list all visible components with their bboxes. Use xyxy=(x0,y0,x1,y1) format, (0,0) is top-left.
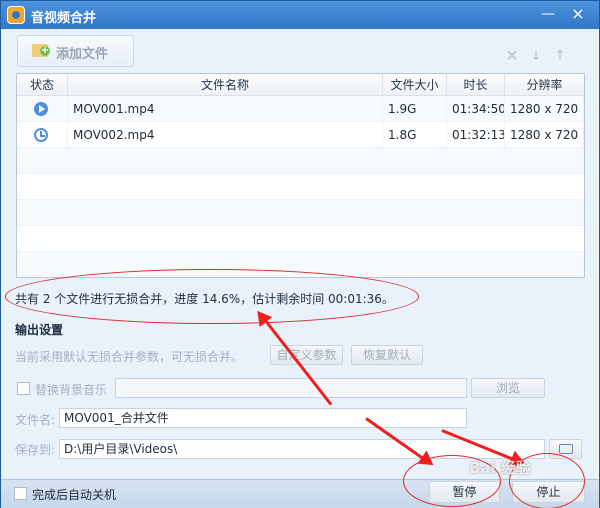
status-cell xyxy=(17,96,68,122)
table-row[interactable]: MOV002.mp4 1.8G 01:32:13 1280 x 720 xyxy=(17,122,584,148)
table-body: MOV001.mp4 1.9G 01:34:50 1280 x 720 MOV0… xyxy=(17,96,584,277)
empty-table-row xyxy=(17,226,584,252)
merge-window: 音视频合并 — × 添加文件 ✕ ↓ ↑ 状态 文件名称 文件大小 时长 分辨率… xyxy=(0,0,600,508)
restore-default-button[interactable]: 恢复默认 xyxy=(351,345,423,365)
add-file-label: 添加文件 xyxy=(56,47,109,62)
column-file-name[interactable]: 文件名称 xyxy=(68,74,383,96)
column-file-size[interactable]: 文件大小 xyxy=(383,74,447,96)
play-icon xyxy=(34,102,48,116)
file-size-cell: 1.9G xyxy=(383,96,447,122)
resolution-cell: 1280 x 720 xyxy=(505,122,584,148)
move-down-icon[interactable]: ↓ xyxy=(529,49,543,63)
delete-icon[interactable]: ✕ xyxy=(505,48,519,64)
file-name-cell: MOV002.mp4 xyxy=(68,122,383,148)
file-table: 状态 文件名称 文件大小 时长 分辨率 MOV001.mp4 1.9G 01:3… xyxy=(16,73,585,278)
auto-shutdown-checkbox[interactable] xyxy=(14,487,27,500)
minimize-button[interactable]: — xyxy=(537,4,559,24)
clock-icon xyxy=(34,128,48,142)
watermark-text: Bai 经验 xyxy=(469,459,531,477)
window-title: 音视频合并 xyxy=(31,11,97,26)
replace-music-checkbox[interactable] xyxy=(17,382,30,395)
output-settings-title: 输出设置 xyxy=(15,323,64,337)
progress-annotation-ellipse xyxy=(5,269,419,324)
filename-label: 文件名: xyxy=(15,413,56,427)
add-folder-icon xyxy=(32,44,50,57)
status-cell xyxy=(17,122,68,148)
close-button[interactable]: × xyxy=(567,4,589,24)
music-path-field[interactable] xyxy=(115,378,467,398)
add-file-button[interactable]: 添加文件 xyxy=(17,35,134,67)
duration-cell: 01:34:50 xyxy=(447,96,505,122)
duration-cell: 01:32:13 xyxy=(447,122,505,148)
app-icon xyxy=(7,6,25,24)
auto-shutdown-label: 完成后自动关机 xyxy=(32,488,117,502)
browse-button[interactable]: 浏览 xyxy=(471,378,545,398)
resolution-cell: 1280 x 720 xyxy=(505,96,584,122)
save-to-label: 保存到: xyxy=(15,443,56,457)
empty-table-row xyxy=(17,148,584,174)
empty-table-row xyxy=(17,200,584,226)
default-param-text: 当前采用默认无损合并参数，可无损合并。 xyxy=(15,350,244,364)
file-name-cell: MOV001.mp4 xyxy=(68,96,383,122)
column-duration[interactable]: 时长 xyxy=(447,74,505,96)
filename-field[interactable]: MOV001_合并文件 xyxy=(59,408,467,428)
title-bar: 音视频合并 — × xyxy=(1,1,599,29)
column-resolution[interactable]: 分辨率 xyxy=(505,74,584,96)
folder-icon xyxy=(559,444,573,454)
table-header: 状态 文件名称 文件大小 时长 分辨率 xyxy=(17,74,584,96)
table-row[interactable]: MOV001.mp4 1.9G 01:34:50 1280 x 720 xyxy=(17,96,584,122)
file-size-cell: 1.8G xyxy=(383,122,447,148)
move-up-icon[interactable]: ↑ xyxy=(553,49,567,63)
replace-music-label: 替换背景音乐 xyxy=(35,383,108,397)
custom-param-button[interactable]: 自定义参数 xyxy=(270,345,343,365)
column-status[interactable]: 状态 xyxy=(17,74,68,96)
empty-table-row xyxy=(17,174,584,200)
